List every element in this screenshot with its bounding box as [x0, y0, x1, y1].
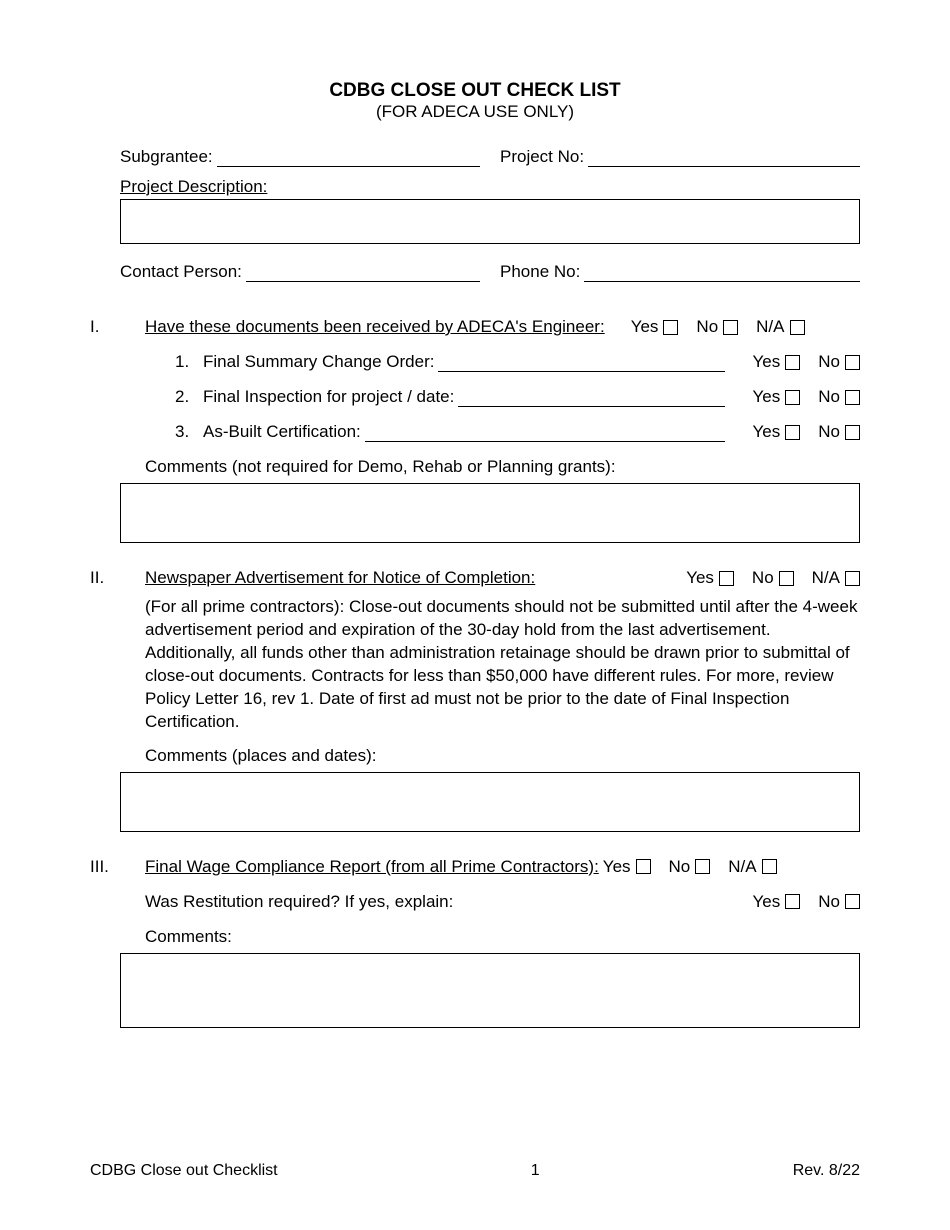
s1-item2-no-checkbox[interactable]	[845, 390, 860, 405]
s3-rest-no-checkbox[interactable]	[845, 894, 860, 909]
s3-no-label: No	[669, 857, 691, 877]
s1-item1-no-checkbox[interactable]	[845, 355, 860, 370]
section-1-roman: I.	[90, 317, 145, 483]
footer-page-number: 1	[531, 1162, 540, 1180]
project-desc-label: Project Description:	[120, 177, 860, 197]
s1-item3-yes-checkbox[interactable]	[785, 425, 800, 440]
section-3-heading: Final Wage Compliance Report (from all P…	[145, 857, 599, 877]
s1-item1-no-label: No	[818, 352, 840, 372]
page-subtitle: (FOR ADECA USE ONLY)	[90, 102, 860, 122]
contact-person-input[interactable]	[246, 264, 480, 282]
s2-no-label: No	[752, 568, 774, 588]
s1-item1-num: 1.	[175, 352, 203, 372]
section-1-heading: Have these documents been received by AD…	[145, 317, 605, 337]
contact-person-label: Contact Person:	[120, 262, 242, 282]
s3-comments-label: Comments:	[145, 927, 860, 947]
s3-rest-no-label: No	[818, 892, 840, 912]
s1-no-checkbox[interactable]	[723, 320, 738, 335]
section-2-paragraph: (For all prime contractors): Close-out d…	[145, 596, 860, 734]
subgrantee-input[interactable]	[217, 149, 480, 167]
s3-na-checkbox[interactable]	[762, 859, 777, 874]
s2-yes-checkbox[interactable]	[719, 571, 734, 586]
s1-na-label: N/A	[756, 317, 784, 337]
section-2-roman: II.	[90, 568, 145, 772]
s1-no-label: No	[696, 317, 718, 337]
section-3-roman: III.	[90, 857, 145, 953]
s1-item2-label: Final Inspection for project / date:	[203, 387, 454, 407]
s1-item3-num: 3.	[175, 422, 203, 442]
s2-na-checkbox[interactable]	[845, 571, 860, 586]
project-no-label: Project No:	[500, 147, 584, 167]
s1-item3-label: As-Built Certification:	[203, 422, 361, 442]
s1-item3-no-label: No	[818, 422, 840, 442]
s2-comments-label: Comments (places and dates):	[145, 746, 860, 766]
s1-comments-label: Comments (not required for Demo, Rehab o…	[145, 457, 860, 477]
s1-na-checkbox[interactable]	[790, 320, 805, 335]
s1-item1-input[interactable]	[438, 354, 724, 372]
s3-yes-label: Yes	[603, 857, 631, 877]
section-2-heading: Newspaper Advertisement for Notice of Co…	[145, 568, 535, 588]
s3-comments-input[interactable]	[120, 953, 860, 1028]
s2-yes-label: Yes	[686, 568, 714, 588]
s3-yes-checkbox[interactable]	[636, 859, 651, 874]
s1-item3-yes-label: Yes	[753, 422, 781, 442]
s3-restitution-label: Was Restitution required? If yes, explai…	[145, 892, 453, 912]
s2-na-label: N/A	[812, 568, 840, 588]
phone-no-label: Phone No:	[500, 262, 580, 282]
s1-item2-no-label: No	[818, 387, 840, 407]
phone-no-input[interactable]	[584, 264, 860, 282]
s1-comments-input[interactable]	[120, 483, 860, 543]
page-title: CDBG CLOSE OUT CHECK LIST	[90, 80, 860, 102]
subgrantee-label: Subgrantee:	[120, 147, 213, 167]
s1-item3-no-checkbox[interactable]	[845, 425, 860, 440]
s1-item1-yes-label: Yes	[753, 352, 781, 372]
s3-rest-yes-checkbox[interactable]	[785, 894, 800, 909]
footer-revision: Rev. 8/22	[793, 1162, 860, 1180]
s1-item1-yes-checkbox[interactable]	[785, 355, 800, 370]
project-desc-input[interactable]	[120, 199, 860, 244]
s1-item3-input[interactable]	[365, 424, 725, 442]
s1-item2-yes-checkbox[interactable]	[785, 390, 800, 405]
s1-item1-label: Final Summary Change Order:	[203, 352, 434, 372]
s2-no-checkbox[interactable]	[779, 571, 794, 586]
project-no-input[interactable]	[588, 149, 860, 167]
s1-item2-yes-label: Yes	[753, 387, 781, 407]
s1-yes-checkbox[interactable]	[663, 320, 678, 335]
s3-na-label: N/A	[728, 857, 756, 877]
s1-item2-input[interactable]	[458, 389, 724, 407]
s1-item2-num: 2.	[175, 387, 203, 407]
s2-comments-input[interactable]	[120, 772, 860, 832]
s3-no-checkbox[interactable]	[695, 859, 710, 874]
s3-rest-yes-label: Yes	[753, 892, 781, 912]
s1-yes-label: Yes	[631, 317, 659, 337]
footer-left: CDBG Close out Checklist	[90, 1162, 278, 1180]
